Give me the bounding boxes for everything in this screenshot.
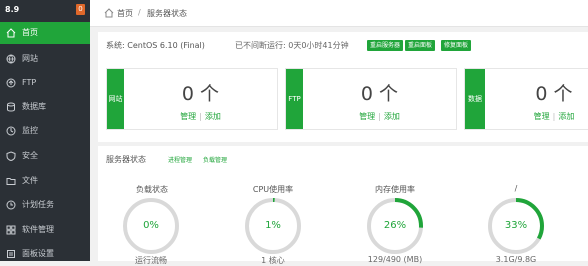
action-separator: |	[378, 112, 381, 121]
card-side-label: 网站	[107, 69, 124, 129]
sidebar: 8.9 0 首页 网站 FTP 数据库 监控 安全 文件 计划任务 软件管理 面…	[0, 0, 90, 261]
sidebar-item-label: FTP	[22, 78, 37, 87]
card-side-label: FTP	[286, 69, 303, 129]
grid-icon	[6, 225, 16, 235]
gauge-detail: 129/490 (MB)	[367, 255, 423, 264]
sidebar-item-label: 数据库	[22, 102, 46, 111]
manage-link[interactable]: 管理	[180, 112, 196, 121]
gauge-detail: 3.1G/9.8G	[495, 255, 537, 264]
sidebar-item-label: 计划任务	[22, 200, 54, 209]
breadcrumb: 首页 / 服务器状态	[90, 0, 588, 27]
sidebar-item-label: 网站	[22, 54, 38, 63]
action-separator: |	[199, 112, 202, 121]
folder-icon	[6, 178, 16, 185]
card-side-label: 数据库	[465, 69, 485, 163]
sidebar-item-ftp[interactable]: FTP	[0, 72, 90, 94]
gauge-label: 内存使用率	[375, 185, 415, 194]
home-icon	[6, 28, 16, 38]
settings-icon	[7, 250, 15, 258]
restart-panel-button[interactable]: 重启面板	[405, 40, 436, 51]
shield-icon	[6, 151, 16, 161]
load-manage-link[interactable]: 负载管理	[203, 155, 227, 164]
add-link[interactable]: 添加	[384, 112, 400, 121]
card-actions: 管理 | 添加	[303, 111, 456, 122]
website-card: 网站 0 个 管理 | 添加	[106, 68, 278, 130]
gauge-label: 负载状态	[136, 185, 168, 194]
sidebar-item-label: 首页	[22, 28, 38, 37]
main-content: 首页 / 服务器状态 系统: CentOS 6.10 (Final) 已不间断运…	[90, 0, 588, 265]
sidebar-header: 8.9 0	[0, 0, 90, 23]
sidebar-item-label: 安全	[22, 151, 38, 160]
globe-icon	[6, 54, 16, 64]
os-info: 系统: CentOS 6.10 (Final)	[106, 41, 205, 50]
breadcrumb-home[interactable]: 首页	[117, 8, 133, 19]
database-card: 数据库 0 个 管理|添加	[464, 68, 588, 163]
sidebar-item-label: 监控	[22, 126, 38, 135]
repair-panel-button[interactable]: 修复面板	[441, 40, 472, 51]
breadcrumb-separator: /	[138, 8, 141, 17]
sidebar-item-software[interactable]: 软件管理	[0, 219, 90, 241]
card-actions: 管理 | 添加	[124, 111, 277, 122]
gauge-label: /	[514, 184, 518, 193]
sidebar-item-security[interactable]: 安全	[0, 145, 90, 167]
sidebar-item-label: 文件	[22, 176, 38, 185]
restart-server-button[interactable]: 重启服务器	[367, 40, 404, 51]
sidebar-item-label: 软件管理	[22, 225, 54, 234]
gauge-value: 26%	[383, 220, 407, 231]
process-manage-link[interactable]: 进程管理	[168, 155, 192, 164]
add-link[interactable]: 添加	[558, 112, 574, 121]
card-count: 0 个	[535, 83, 573, 105]
sidebar-item-monitor[interactable]: 监控	[0, 120, 90, 142]
gauge-value: 33%	[504, 220, 528, 231]
home-icon[interactable]	[104, 8, 114, 18]
add-link[interactable]: 添加	[205, 112, 221, 121]
card-count: 0 个	[360, 83, 399, 105]
gauge-value: 0%	[143, 220, 159, 231]
sidebar-item-home[interactable]: 首页	[0, 22, 90, 44]
gauge-label: CPU使用率	[252, 185, 294, 194]
clock-icon	[6, 200, 16, 210]
status-title: 服务器状态	[106, 155, 146, 164]
gauge-value: 1%	[265, 220, 281, 231]
notification-badge[interactable]: 0	[76, 4, 85, 15]
database-icon	[7, 102, 15, 112]
card-count: 0 个	[181, 83, 220, 105]
sidebar-item-database[interactable]: 数据库	[0, 96, 90, 118]
sidebar-item-cron[interactable]: 计划任务	[0, 194, 90, 216]
server-ip: 8.9	[5, 5, 20, 14]
monitor-icon	[6, 126, 16, 136]
manage-link[interactable]: 管理	[359, 112, 375, 121]
sidebar-item-website[interactable]: 网站	[0, 48, 90, 70]
card-actions: 管理 | 添加	[485, 111, 588, 122]
breadcrumb-current: 服务器状态	[147, 9, 187, 18]
uptime-info: 已不间断运行: 0天0小时41分钟	[235, 41, 349, 50]
ftp-card: FTP 0 个 管理 | 添加	[285, 68, 457, 130]
manage-link[interactable]: 管理	[534, 112, 550, 121]
action-separator: |	[552, 112, 556, 121]
sidebar-item-settings[interactable]: 面板设置	[0, 243, 90, 265]
sidebar-item-label: 面板设置	[22, 249, 54, 258]
sidebar-item-files[interactable]: 文件	[0, 170, 90, 192]
upload-icon	[6, 78, 16, 88]
